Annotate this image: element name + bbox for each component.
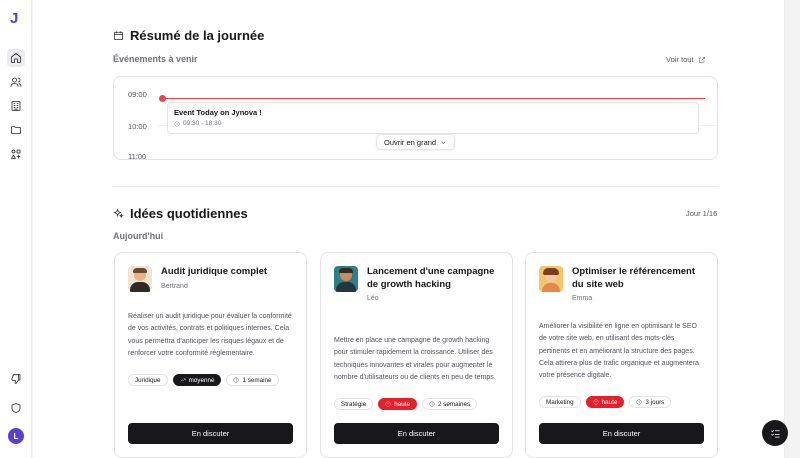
idea-description: Mettre en place une campagne de growth h…	[334, 337, 496, 381]
event-time-text: 09:30 - 18:30	[183, 120, 222, 127]
duration-label: 3 jours	[645, 398, 665, 406]
priority-tag: haute	[378, 398, 417, 410]
persona-avatar	[334, 266, 358, 292]
idea-title: Optimiser le référencement du site web	[572, 266, 696, 290]
idea-title: Lancement d'une campagne de growth hacki…	[367, 266, 495, 290]
priority-tag: haute	[585, 396, 625, 408]
sparkles-icon	[113, 208, 124, 219]
sidebar-item-files[interactable]	[7, 121, 25, 139]
priority-label: moyenne	[188, 376, 215, 384]
idea-tags: Marketing haute 3 jours	[539, 396, 672, 408]
idea-author: Léo	[367, 295, 379, 302]
main-content: Résumé de la journée Événements à venir …	[33, 0, 785, 458]
idea-title: Audit juridique complet	[161, 266, 268, 277]
open-fullscreen-label: Ouvrir en grand	[384, 137, 437, 147]
see-all-link[interactable]: Voir tout	[666, 55, 706, 64]
idea-tags: Juridique moyenne 1 semaine	[128, 374, 279, 386]
open-fullscreen-button[interactable]: Ouvrir en grand	[376, 134, 456, 150]
summary-title: Résumé de la journée	[113, 28, 264, 43]
external-link-icon	[698, 56, 705, 63]
users-icon	[10, 77, 22, 87]
time-label: 09:00	[128, 90, 147, 99]
idea-card[interactable]: Lancement d'une campagne de growth hacki…	[320, 252, 513, 458]
building-icon	[11, 101, 21, 111]
idea-card[interactable]: Optimiser le référencement du site web E…	[525, 252, 718, 458]
calendar-icon	[114, 31, 123, 40]
app-frame: J L Résumé de la journée Événements à ve…	[0, 0, 800, 458]
alert-circle-icon	[593, 399, 599, 405]
priority-tag: moyenne	[172, 374, 222, 386]
duration-label: 1 semaine	[242, 376, 272, 384]
category-tag: Marketing	[539, 396, 581, 408]
sidebar-item-security[interactable]	[7, 399, 25, 417]
sidebar-item-companies[interactable]	[7, 97, 25, 115]
event-card[interactable]: Event Today on Jynova ! 09:30 - 18:30	[167, 102, 699, 134]
shapes-icon	[11, 149, 21, 159]
clock-icon	[174, 121, 180, 126]
priority-label: haute	[601, 398, 618, 406]
sidebar-item-users[interactable]	[7, 73, 25, 91]
sidebar: J L	[0, 0, 32, 458]
list-checks-icon	[770, 429, 780, 438]
ideas-title: Idées quotidiennes	[113, 206, 248, 221]
today-label: Aujourd'hui	[113, 231, 164, 241]
app-logo[interactable]: J	[10, 10, 18, 27]
chevron-down-icon	[441, 140, 446, 144]
persona-avatar	[539, 266, 563, 292]
idea-description: Améliorer la visibilité en ligne en opti…	[539, 323, 699, 380]
summary-title-text: Résumé de la journée	[130, 28, 265, 43]
duration-label: 2 semaines	[437, 400, 471, 408]
clock-icon	[636, 399, 642, 405]
sidebar-item-home[interactable]	[7, 49, 25, 67]
idea-card-header: Lancement d'une campagne de growth hacki…	[334, 266, 502, 302]
idea-card[interactable]: Audit juridique complet Bertrand Réalise…	[114, 252, 307, 458]
home-icon	[11, 53, 21, 63]
discuss-button[interactable]: En discuter	[539, 423, 704, 444]
trend-icon	[180, 378, 186, 382]
thumbs-down-icon	[11, 374, 21, 384]
event-title: Event Today on Jynova !	[174, 108, 262, 117]
duration-tag: 3 jours	[629, 396, 672, 408]
user-avatar[interactable]: L	[8, 428, 24, 444]
persona-avatar	[128, 266, 152, 292]
time-label: 11:00	[128, 152, 147, 160]
clock-icon	[234, 377, 239, 383]
discuss-button[interactable]: En discuter	[128, 423, 293, 444]
current-time-dot	[159, 95, 166, 102]
idea-tags: Stratégie haute 2 semaines	[334, 398, 478, 410]
discuss-button[interactable]: En discuter	[334, 423, 499, 444]
category-tag: Juridique	[128, 374, 168, 386]
sidebar-item-feedback[interactable]	[7, 370, 25, 388]
time-label: 10:00	[128, 122, 147, 131]
category-tag: Stratégie	[334, 398, 374, 410]
duration-tag: 2 semaines	[421, 398, 478, 410]
sidebar-item-tools[interactable]	[7, 145, 25, 163]
window-margin	[785, 0, 800, 458]
idea-author: Bertrand	[161, 282, 188, 290]
task-list-button[interactable]	[762, 420, 788, 446]
clock-icon	[429, 401, 435, 407]
duration-tag: 1 semaine	[226, 374, 279, 386]
idea-description: Réaliser un audit juridique pour évaluer…	[128, 313, 292, 357]
ideas-title-text: Idées quotidiennes	[130, 206, 248, 221]
day-counter: Jour 1/16	[686, 209, 718, 218]
shield-icon	[11, 403, 21, 413]
priority-label: haute	[394, 400, 410, 408]
events-label: Événements à venir	[113, 54, 198, 64]
idea-author: Emma	[572, 295, 593, 302]
see-all-label: Voir tout	[666, 55, 694, 64]
folder-icon	[11, 126, 21, 134]
events-calendar[interactable]: 09:00 10:00 11:00 Event Today on Jynova …	[113, 76, 718, 160]
event-time: 09:30 - 18:30	[174, 120, 692, 127]
idea-card-header: Audit juridique complet Bertrand	[128, 266, 296, 292]
alert-circle-icon	[385, 401, 391, 407]
idea-card-header: Optimiser le référencement du site web E…	[539, 266, 707, 302]
current-time-line	[162, 98, 705, 99]
section-divider	[113, 186, 718, 187]
